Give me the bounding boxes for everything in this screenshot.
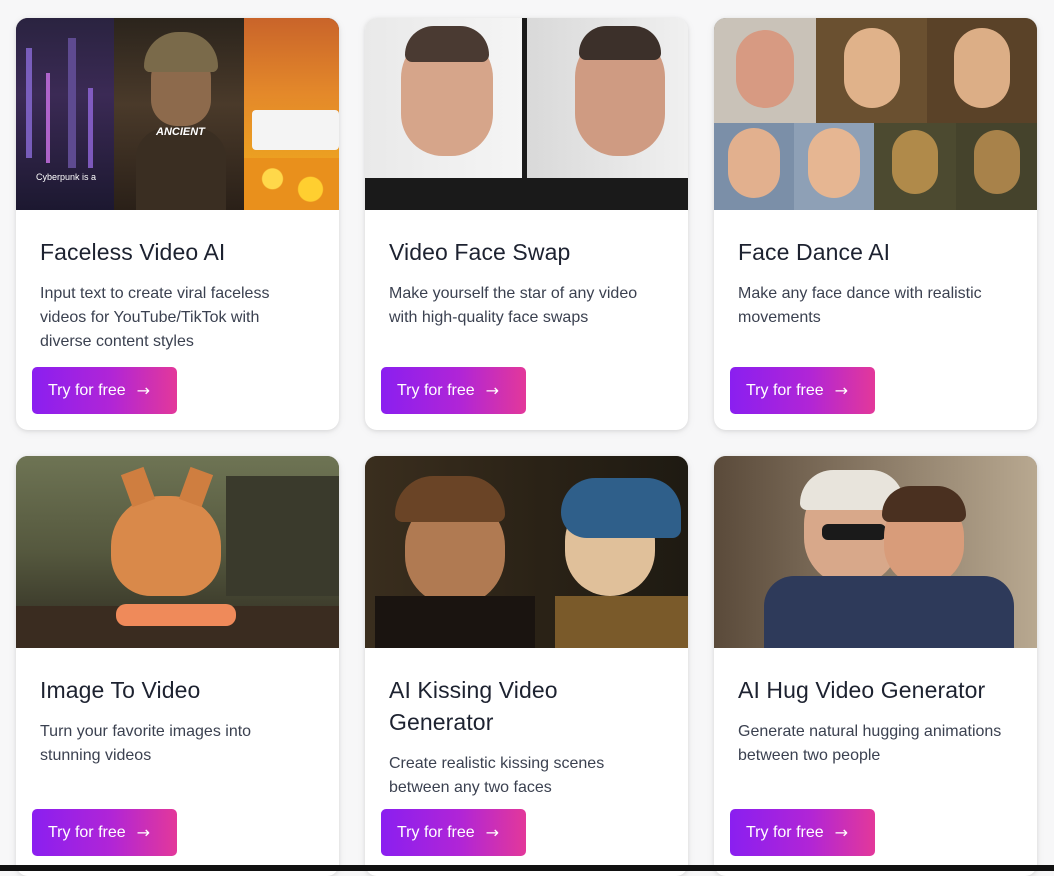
arrow-right-icon: → xyxy=(834,381,849,400)
card-title: AI Kissing Video Generator xyxy=(389,677,558,735)
try-for-free-button[interactable]: Try for free → xyxy=(32,367,177,414)
thumbnail-face-swap xyxy=(365,18,688,210)
arrow-right-icon: → xyxy=(485,381,500,400)
button-label: Try for free xyxy=(397,823,475,841)
arrow-right-icon: → xyxy=(136,381,151,400)
thumbnail-ai-kissing xyxy=(365,456,688,648)
card-title: Video Face Swap xyxy=(389,239,571,265)
card-body: Video Face Swap Make yourself the star o… xyxy=(365,210,688,430)
card-description: Generate natural hugging animations betw… xyxy=(738,723,1002,764)
thumb-caption-cyberpunk: Cyberpunk is a xyxy=(36,172,97,182)
card-body: AI Kissing Video Generator Create realis… xyxy=(365,648,688,876)
try-for-free-button[interactable]: Try for free → xyxy=(381,809,526,856)
thumb-caption-ancient: ANCIENT xyxy=(156,126,205,138)
try-for-free-button[interactable]: Try for free → xyxy=(32,809,177,856)
card-title: AI Hug Video Generator xyxy=(738,677,986,703)
bottom-edge-bar xyxy=(0,865,1054,871)
card-video-face-swap[interactable]: Video Face Swap Make yourself the star o… xyxy=(365,18,688,430)
card-ai-kissing-video-generator[interactable]: AI Kissing Video Generator Create realis… xyxy=(365,456,688,876)
button-label: Try for free xyxy=(397,381,475,399)
card-ai-hug-video-generator[interactable]: AI Hug Video Generator Generate natural … xyxy=(714,456,1037,876)
thumbnail-face-dance xyxy=(714,18,1037,210)
card-body: Image To Video Turn your favorite images… xyxy=(16,648,339,876)
try-for-free-button[interactable]: Try for free → xyxy=(730,367,875,414)
card-description: Create realistic kissing scenes between … xyxy=(389,755,605,796)
card-faceless-video-ai[interactable]: Cyberpunk is a ANCIENT Faceless Video AI… xyxy=(16,18,339,430)
arrow-right-icon: → xyxy=(485,823,500,842)
thumbnail-ai-hug xyxy=(714,456,1037,648)
try-for-free-button[interactable]: Try for free → xyxy=(730,809,875,856)
card-description: Make any face dance with realistic movem… xyxy=(738,285,982,326)
thumbnail-image-to-video xyxy=(16,456,339,648)
button-label: Try for free xyxy=(48,381,126,399)
try-for-free-button[interactable]: Try for free → xyxy=(381,367,526,414)
card-description: Input text to create viral faceless vide… xyxy=(40,285,270,350)
card-face-dance-ai[interactable]: Face Dance AI Make any face dance with r… xyxy=(714,18,1037,430)
card-title: Faceless Video AI xyxy=(40,239,226,265)
arrow-right-icon: → xyxy=(834,823,849,842)
card-title: Face Dance AI xyxy=(738,239,891,265)
thumbnail-faceless-video: Cyberpunk is a ANCIENT xyxy=(16,18,339,210)
card-image-to-video[interactable]: Image To Video Turn your favorite images… xyxy=(16,456,339,876)
card-body: Faceless Video AI Input text to create v… xyxy=(16,210,339,430)
card-description: Make yourself the star of any video with… xyxy=(389,285,638,326)
button-label: Try for free xyxy=(746,381,824,399)
card-description: Turn your favorite images into stunning … xyxy=(40,723,252,764)
button-label: Try for free xyxy=(746,823,824,841)
card-body: AI Hug Video Generator Generate natural … xyxy=(714,648,1037,876)
tools-grid: Cyberpunk is a ANCIENT Faceless Video AI… xyxy=(16,18,1037,876)
arrow-right-icon: → xyxy=(136,823,151,842)
card-body: Face Dance AI Make any face dance with r… xyxy=(714,210,1037,430)
button-label: Try for free xyxy=(48,823,126,841)
card-title: Image To Video xyxy=(40,677,201,703)
